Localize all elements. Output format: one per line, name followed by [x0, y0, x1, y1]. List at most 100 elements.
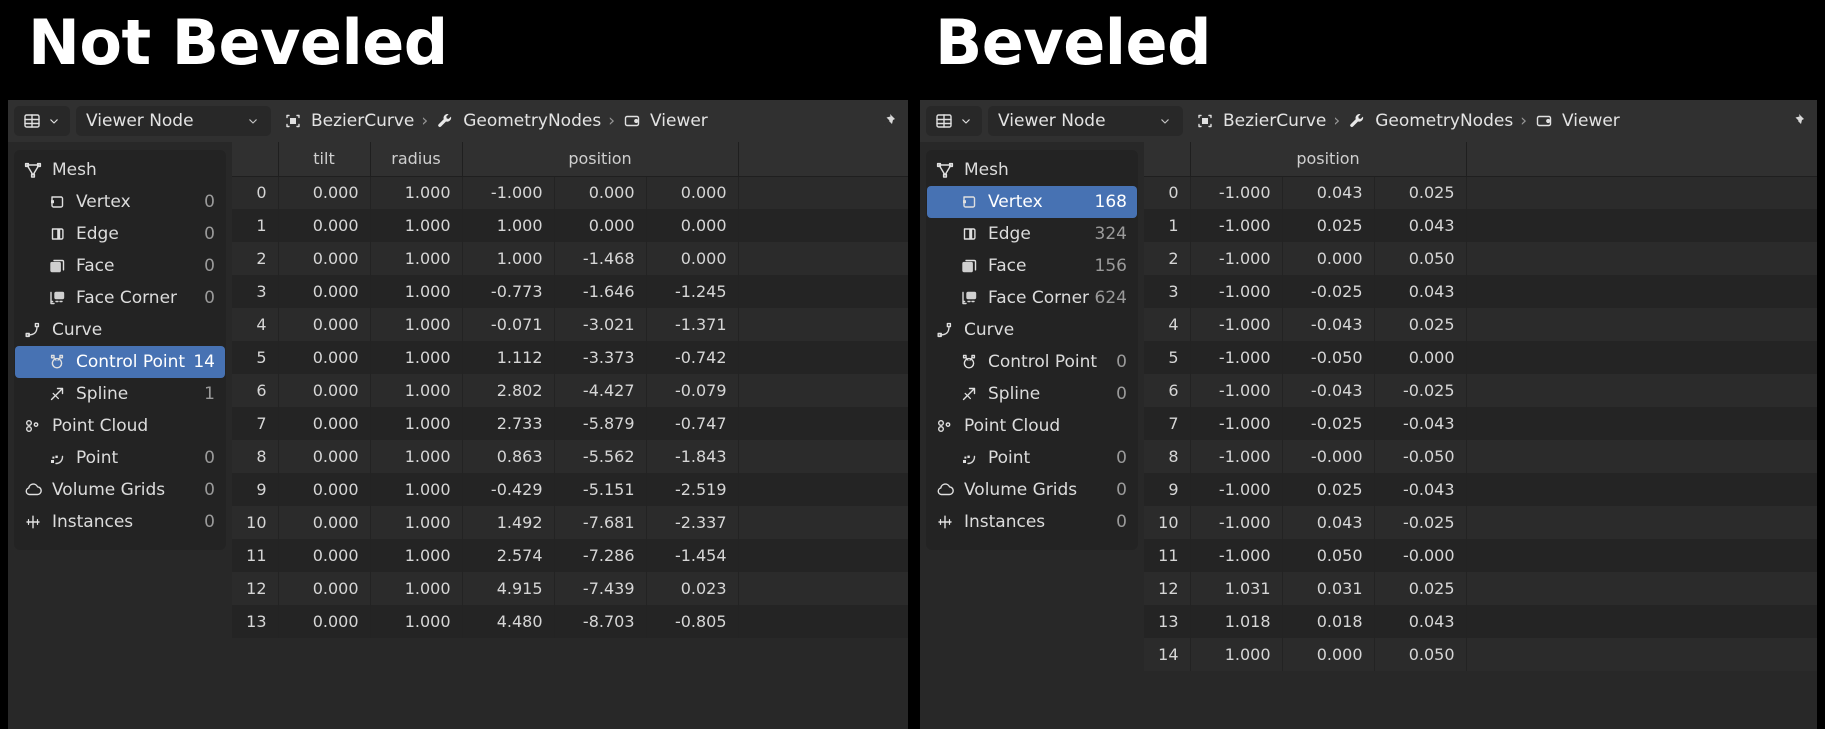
cell-position-x[interactable]: 1.492: [462, 506, 555, 539]
cell-position-z[interactable]: -1.245: [646, 275, 739, 308]
cell-position-x[interactable]: 1.000: [1190, 638, 1283, 671]
cell-position-x[interactable]: 2.733: [462, 407, 555, 440]
cell-position-x[interactable]: 0.863: [462, 440, 555, 473]
tree-item-control-point[interactable]: Control Point 14: [15, 346, 225, 378]
tree-item-face-corner[interactable]: Face Corner 0: [15, 282, 225, 314]
column-header-position[interactable]: position: [1190, 142, 1467, 177]
cell-position-z[interactable]: -0.079: [646, 374, 739, 407]
cell-position-z[interactable]: 0.043: [1374, 605, 1467, 638]
tree-item-mesh[interactable]: Mesh: [927, 154, 1137, 186]
cell-position-x[interactable]: 4.915: [462, 572, 555, 605]
cell-position-y[interactable]: 0.025: [1282, 473, 1375, 506]
table-row[interactable]: 9 0.000 1.000 -0.429 -5.151 -2.519: [232, 473, 908, 506]
cell-position-z[interactable]: 0.000: [646, 176, 739, 209]
cell-position-x[interactable]: -1.000: [1190, 242, 1283, 275]
tree-item-instances[interactable]: Instances 0: [927, 506, 1137, 538]
tree-item-curve[interactable]: Curve: [927, 314, 1137, 346]
table-row[interactable]: 6 0.000 1.000 2.802 -4.427 -0.079: [232, 374, 908, 407]
cell-tilt[interactable]: 0.000: [278, 242, 371, 275]
table-row[interactable]: 13 0.000 1.000 4.480 -8.703 -0.805: [232, 605, 908, 638]
cell-position-z[interactable]: 0.000: [646, 209, 739, 242]
cell-position-z[interactable]: -0.043: [1374, 473, 1467, 506]
cell-position-x[interactable]: -0.071: [462, 308, 555, 341]
table-row[interactable]: 4 -1.000 -0.043 0.025: [1144, 308, 1817, 341]
column-header-blank[interactable]: [1144, 142, 1191, 177]
cell-position-z[interactable]: 0.025: [1374, 176, 1467, 209]
cell-position-z[interactable]: -0.000: [1374, 539, 1467, 572]
cell-position-x[interactable]: -1.000: [462, 176, 555, 209]
cell-position-y[interactable]: -4.427: [554, 374, 647, 407]
cell-position-y[interactable]: 0.000: [1282, 638, 1375, 671]
breadcrumb-item-viewer[interactable]: Viewer: [622, 111, 708, 131]
table-row[interactable]: 7 -1.000 -0.025 -0.043: [1144, 407, 1817, 440]
cell-tilt[interactable]: 0.000: [278, 308, 371, 341]
cell-position-y[interactable]: -5.879: [554, 407, 647, 440]
cell-position-y[interactable]: -5.151: [554, 473, 647, 506]
table-row[interactable]: 6 -1.000 -0.043 -0.025: [1144, 374, 1817, 407]
tree-item-edge[interactable]: Edge 0: [15, 218, 225, 250]
cell-position-y[interactable]: -7.286: [554, 539, 647, 572]
tree-item-spline[interactable]: Spline 1: [15, 378, 225, 410]
table-row[interactable]: 4 0.000 1.000 -0.071 -3.021 -1.371: [232, 308, 908, 341]
cell-position-z[interactable]: -0.025: [1374, 374, 1467, 407]
tree-item-point[interactable]: Point 0: [927, 442, 1137, 474]
table-row[interactable]: 1 0.000 1.000 1.000 0.000 0.000: [232, 209, 908, 242]
cell-position-x[interactable]: 1.000: [462, 242, 555, 275]
cell-position-x[interactable]: -0.429: [462, 473, 555, 506]
tree-item-control-point[interactable]: Control Point 0: [927, 346, 1137, 378]
cell-position-z[interactable]: -0.805: [646, 605, 739, 638]
cell-position-y[interactable]: -3.373: [554, 341, 647, 374]
tree-item-edge[interactable]: Edge 324: [927, 218, 1137, 250]
pin-icon[interactable]: [878, 111, 902, 131]
table-row[interactable]: 1 -1.000 0.025 0.043: [1144, 209, 1817, 242]
tree-item-volume-grids[interactable]: Volume Grids 0: [927, 474, 1137, 506]
column-header-radius[interactable]: radius: [370, 142, 463, 177]
cell-position-x[interactable]: -1.000: [1190, 473, 1283, 506]
tree-item-face[interactable]: Face 156: [927, 250, 1137, 282]
tree-item-face[interactable]: Face 0: [15, 250, 225, 282]
cell-position-x[interactable]: 1.112: [462, 341, 555, 374]
cell-tilt[interactable]: 0.000: [278, 506, 371, 539]
tree-item-vertex[interactable]: Vertex 0: [15, 186, 225, 218]
cell-position-x[interactable]: -1.000: [1190, 341, 1283, 374]
table-row[interactable]: 13 1.018 0.018 0.043: [1144, 605, 1817, 638]
cell-position-y[interactable]: -1.646: [554, 275, 647, 308]
tree-item-curve[interactable]: Curve: [15, 314, 225, 346]
cell-tilt[interactable]: 0.000: [278, 572, 371, 605]
cell-position-x[interactable]: -1.000: [1190, 374, 1283, 407]
cell-position-y[interactable]: -0.050: [1282, 341, 1375, 374]
cell-tilt[interactable]: 0.000: [278, 473, 371, 506]
cell-position-y[interactable]: 0.043: [1282, 506, 1375, 539]
tree-item-face-corner[interactable]: Face Corner 624: [927, 282, 1137, 314]
cell-position-z[interactable]: -0.025: [1374, 506, 1467, 539]
tree-item-volume-grids[interactable]: Volume Grids 0: [15, 474, 225, 506]
table-row[interactable]: 2 -1.000 0.000 0.050: [1144, 242, 1817, 275]
dataset-mode-select[interactable]: Viewer Node: [988, 106, 1183, 136]
cell-position-z[interactable]: -2.337: [646, 506, 739, 539]
cell-position-z[interactable]: -1.371: [646, 308, 739, 341]
cell-position-z[interactable]: -0.742: [646, 341, 739, 374]
cell-tilt[interactable]: 0.000: [278, 407, 371, 440]
cell-tilt[interactable]: 0.000: [278, 176, 371, 209]
cell-position-z[interactable]: 0.043: [1374, 209, 1467, 242]
cell-radius[interactable]: 1.000: [370, 506, 463, 539]
cell-tilt[interactable]: 0.000: [278, 440, 371, 473]
column-header-blank[interactable]: [1466, 142, 1817, 177]
cell-position-y[interactable]: 0.000: [1282, 242, 1375, 275]
table-row[interactable]: 10 0.000 1.000 1.492 -7.681 -2.337: [232, 506, 908, 539]
cell-position-y[interactable]: -7.439: [554, 572, 647, 605]
dataset-mode-select[interactable]: Viewer Node: [76, 106, 271, 136]
cell-position-x[interactable]: -1.000: [1190, 440, 1283, 473]
cell-position-x[interactable]: -1.000: [1190, 275, 1283, 308]
cell-position-x[interactable]: 2.802: [462, 374, 555, 407]
cell-position-z[interactable]: -2.519: [646, 473, 739, 506]
tree-item-instances[interactable]: Instances 0: [15, 506, 225, 538]
cell-position-z[interactable]: 0.000: [1374, 341, 1467, 374]
cell-position-z[interactable]: -0.050: [1374, 440, 1467, 473]
table-row[interactable]: 11 -1.000 0.050 -0.000: [1144, 539, 1817, 572]
cell-radius[interactable]: 1.000: [370, 605, 463, 638]
column-header-tilt[interactable]: tilt: [278, 142, 371, 177]
column-header-position[interactable]: position: [462, 142, 739, 177]
breadcrumb-item-geometrynodes[interactable]: GeometryNodes: [435, 111, 601, 131]
cell-position-x[interactable]: -1.000: [1190, 506, 1283, 539]
